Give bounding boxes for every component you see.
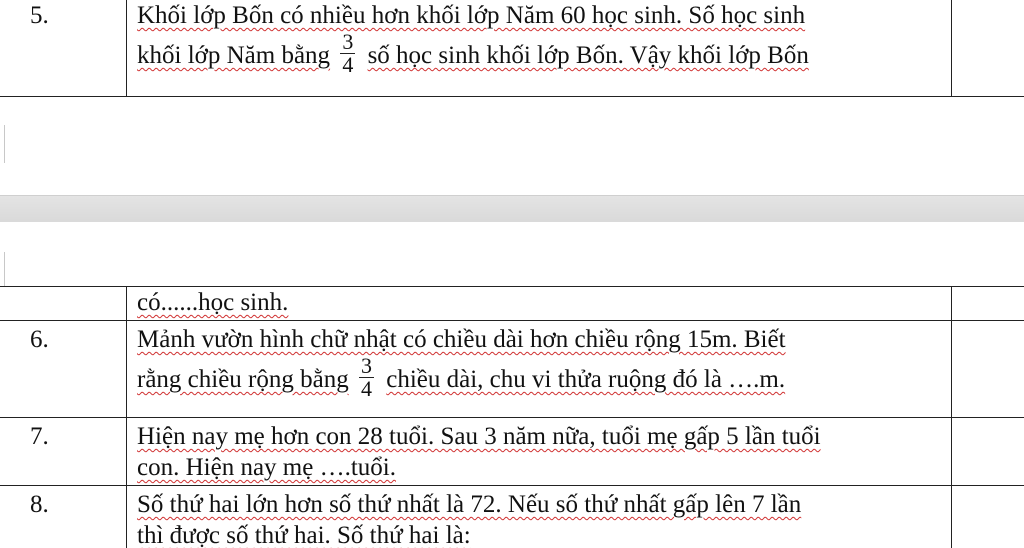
question-text: Khối lớp Bốn có nhiều hơn khối lớp Năm 6… [126,0,952,97]
question-number: 8. [0,485,127,548]
answer-cell[interactable] [951,286,1024,321]
question-number: 5. [0,0,127,97]
question-line: Hiện nay mẹ hơn con 28 tuổi. Sau 3 năm n… [137,423,821,450]
table-row: 6. Mảnh vườn hình chữ nhật có chiều dài … [0,320,1024,418]
margin-marker [4,252,5,286]
table-row: 7. Hiện nay mẹ hơn con 28 tuổi. Sau 3 nă… [0,417,1024,486]
fraction-numerator: 3 [340,29,356,54]
document-page-top: 5. Khối lớp Bốn có nhiều hơn khối lớp Nă… [0,0,1024,195]
margin-marker [4,125,5,163]
question-line: rằng chiều rộng bằng 3 4 chiều dài, chu … [137,355,945,404]
fraction: 3 4 [358,353,374,401]
question-text: Mảnh vườn hình chữ nhật có chiều dài hơn… [126,320,952,418]
question-text: Hiện nay mẹ hơn con 28 tuổi. Sau 3 năm n… [126,417,952,486]
answer-cell[interactable] [951,417,1024,486]
answer-cell[interactable] [951,0,1024,97]
question-line: con. Hiện nay mẹ ….tuổi. [137,454,396,481]
page-gap [0,195,1024,224]
fraction-denominator: 4 [342,52,354,77]
question-text-segment: rằng chiều rộng bằng [137,366,349,394]
question-line: thì được số thứ hai. Số thứ hai là: [137,522,471,548]
question-text-segment: số học sinh khối lớp Bốn. Vậy khối lớp B… [367,42,809,70]
question-line: Số thứ hai lớn hơn số thứ nhất là 72. Nế… [137,491,802,518]
question-text-segment: chiều dài, chu vi thửa ruộng đó là ….m. [386,366,786,394]
question-line: Mảnh vườn hình chữ nhật có chiều dài hơn… [137,326,786,353]
fraction-numerator: 3 [358,353,374,378]
question-line: có......học sinh. [137,289,289,316]
question-text: có......học sinh. [126,286,952,321]
document-page-bottom: có......học sinh. 6. Mảnh vườn hình chữ … [0,222,1024,548]
fraction: 3 4 [340,29,356,77]
question-line: Khối lớp Bốn có nhiều hơn khối lớp Năm 6… [137,2,806,29]
question-table-top: 5. Khối lớp Bốn có nhiều hơn khối lớp Nă… [0,0,1024,97]
table-row: 8. Số thứ hai lớn hơn số thứ nhất là 72.… [0,485,1024,548]
table-row: có......học sinh. [0,286,1024,321]
table-row: 5. Khối lớp Bốn có nhiều hơn khối lớp Nă… [0,0,1024,97]
question-number: 7. [0,417,127,486]
answer-cell[interactable] [951,485,1024,548]
question-text: Số thứ hai lớn hơn số thứ nhất là 72. Nế… [126,485,952,548]
question-text-segment: khối lớp Năm bằng [137,42,331,70]
question-number [0,286,127,321]
fraction-denominator: 4 [360,376,372,401]
question-number: 6. [0,320,127,418]
question-table-bottom: có......học sinh. 6. Mảnh vườn hình chữ … [0,286,1024,548]
answer-cell[interactable] [951,320,1024,418]
question-line: khối lớp Năm bằng 3 4 số học sinh khối l… [137,31,945,80]
